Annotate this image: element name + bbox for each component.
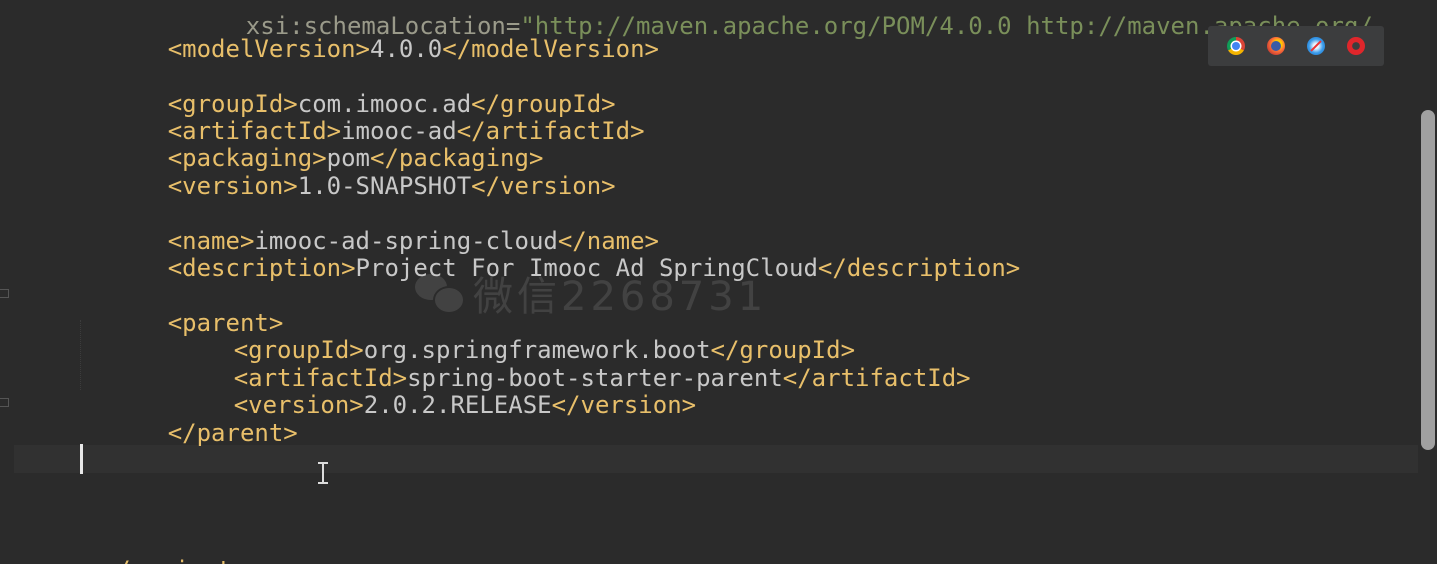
browser-preview-toolbar — [1208, 26, 1384, 66]
code-line-parent-artifact-id: <artifactId>spring-boot-starter-parent</… — [147, 338, 971, 392]
xml-open-tag: <version> — [167, 172, 298, 200]
watermark: 微信2268731 — [415, 268, 767, 320]
xml-text: 1.0-SNAPSHOT — [297, 172, 472, 200]
code-line-model-version: <modelVersion>4.0.0</modelVersion> — [81, 9, 659, 63]
chrome-icon[interactable] — [1227, 37, 1245, 55]
code-line-group-id: <groupId>com.imooc.ad</groupId> — [81, 64, 616, 118]
text-caret — [80, 444, 83, 474]
firefox-icon[interactable] — [1267, 37, 1285, 55]
code-line-version: <version>1.0-SNAPSHOT</version> — [81, 146, 616, 200]
code-line-parent-open: <parent> — [81, 283, 284, 337]
xml-close-tag: </parent> — [167, 419, 298, 447]
ibeam-cursor-icon — [318, 462, 328, 484]
code-line-artifact-id: <artifactId>imooc-ad</artifactId> — [81, 91, 645, 145]
scrollbar-thumb[interactable] — [1421, 110, 1435, 450]
xml-text: 2.0.2.RELEASE — [363, 391, 552, 419]
code-line-name: <name>imooc-ad-spring-cloud</name> — [81, 201, 659, 255]
xml-close-tag: </description> — [817, 254, 1021, 282]
wechat-logo-icon — [415, 274, 465, 314]
code-line-project-close: </project> — [15, 530, 247, 564]
vertical-scrollbar[interactable] — [1419, 0, 1437, 564]
code-line-parent-close: </parent> — [81, 393, 298, 447]
xml-open-tag: <modelVersion> — [167, 35, 370, 63]
xml-close-tag: </project> — [102, 556, 247, 564]
xml-close-tag: </artifactId> — [782, 364, 971, 392]
code-line-packaging: <packaging>pom</packaging> — [81, 118, 544, 172]
xml-close-tag: </modelVersion> — [442, 35, 659, 63]
watermark-text: 微信2268731 — [473, 274, 768, 320]
code-editor[interactable]: xsi:schemaLocation="http://maven.apache.… — [0, 0, 1437, 564]
xml-close-tag: </version> — [551, 391, 697, 419]
xml-close-tag: </version> — [471, 172, 616, 200]
code-line-description: <description>Project For Imooc Ad Spring… — [81, 228, 1021, 282]
safari-icon[interactable] — [1307, 37, 1325, 55]
xml-text: 4.0.0 — [370, 35, 443, 63]
code-line-parent-version: <version>2.0.2.RELEASE</version> — [147, 365, 696, 419]
opera-icon[interactable] — [1347, 37, 1365, 55]
xml-open-tag: <description> — [167, 254, 356, 282]
